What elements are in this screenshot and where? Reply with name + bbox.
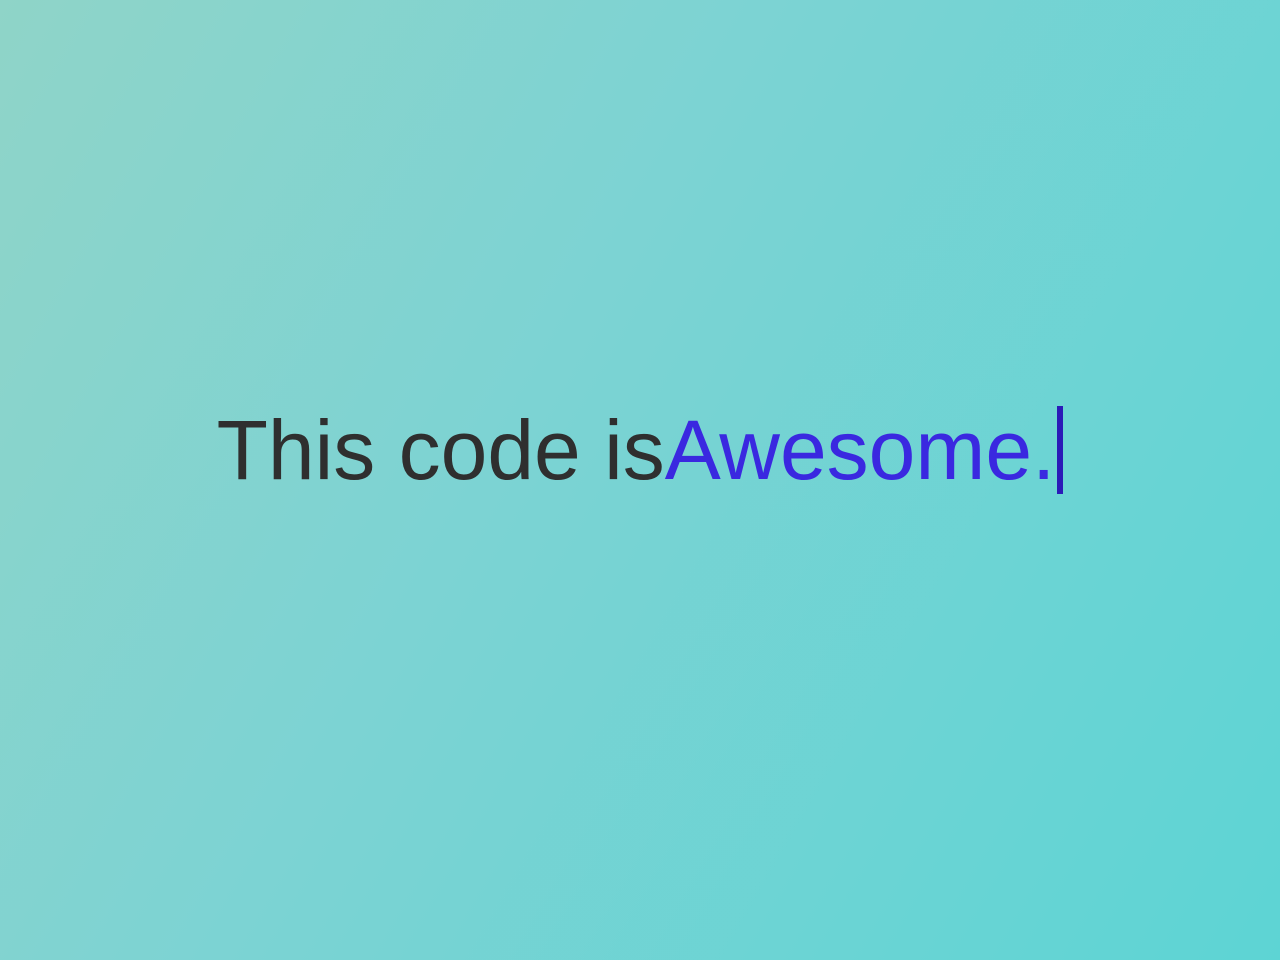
static-text: This code is [217, 408, 665, 492]
cursor-icon [1057, 406, 1063, 494]
dynamic-text: Awesome. [665, 408, 1056, 492]
typewriter-text: This code is Awesome. [217, 406, 1064, 494]
